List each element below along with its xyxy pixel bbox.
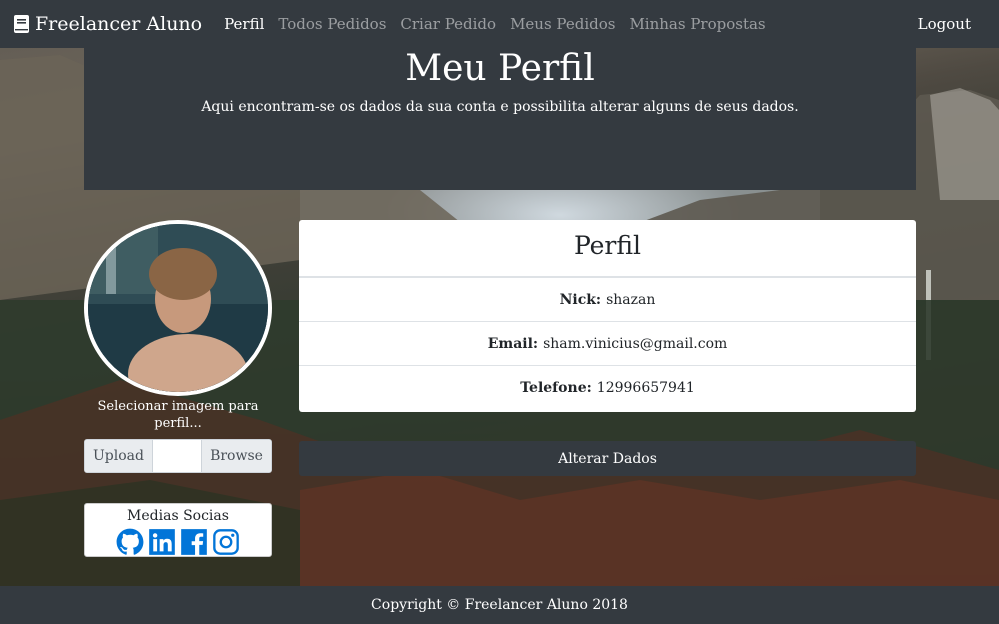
profile-card-title: Perfil bbox=[299, 220, 916, 278]
nick-row: Nick: shazan bbox=[299, 278, 916, 322]
navbar: Freelancer Aluno Perfil Todos Pedidos Cr… bbox=[0, 0, 999, 48]
phone-row: Telefone: 12996657941 bbox=[299, 366, 916, 410]
page-subtitle: Aqui encontram-se os dados da sua conta … bbox=[201, 99, 799, 115]
email-row: Email: sham.vinicius@gmail.com bbox=[299, 322, 916, 366]
social-title: Medias Socias bbox=[127, 508, 229, 524]
browse-button[interactable]: Browse bbox=[201, 440, 271, 472]
profile-avatar bbox=[84, 220, 272, 396]
page-header: Meu Perfil Aqui encontram-se os dados da… bbox=[84, 48, 916, 190]
page-title: Meu Perfil bbox=[405, 48, 595, 89]
github-icon[interactable] bbox=[116, 528, 144, 556]
email-value: sham.vinicius@gmail.com bbox=[543, 335, 728, 352]
linkedin-icon[interactable] bbox=[148, 528, 176, 556]
nav-perfil[interactable]: Perfil bbox=[224, 15, 264, 33]
nav-todos-pedidos[interactable]: Todos Pedidos bbox=[278, 15, 386, 33]
email-label: Email: bbox=[487, 335, 539, 352]
facebook-icon[interactable] bbox=[180, 528, 208, 556]
nav-criar-pedido[interactable]: Criar Pedido bbox=[400, 15, 496, 33]
nick-value: shazan bbox=[606, 291, 656, 308]
select-image-label: Selecionar imagem para perfil... bbox=[97, 399, 259, 431]
brand[interactable]: Freelancer Aluno bbox=[14, 13, 202, 35]
brand-label: Freelancer Aluno bbox=[35, 13, 203, 35]
footer: Copyright © Freelancer Aluno 2018 bbox=[0, 586, 999, 624]
footer-copyright: Copyright © Freelancer Aluno 2018 bbox=[371, 597, 628, 613]
nav-meus-pedidos[interactable]: Meus Pedidos bbox=[510, 15, 615, 33]
upload-button[interactable]: Upload bbox=[85, 440, 153, 472]
book-icon bbox=[14, 15, 29, 33]
file-input[interactable] bbox=[153, 440, 201, 472]
upload-group: Upload Browse bbox=[84, 439, 272, 473]
social-icons bbox=[85, 528, 271, 556]
avatar-photo bbox=[88, 224, 268, 392]
instagram-icon[interactable] bbox=[212, 528, 240, 556]
profile-card: Perfil Nick: shazan Email: sham.vinicius… bbox=[299, 220, 916, 412]
phone-value: 12996657941 bbox=[596, 380, 695, 396]
alter-data-button[interactable]: Alterar Dados bbox=[299, 441, 916, 476]
social-media-box: Medias Socias bbox=[84, 503, 272, 557]
logout-link[interactable]: Logout bbox=[918, 15, 971, 33]
nick-label: Nick: bbox=[559, 291, 602, 308]
nav-minhas-propostas[interactable]: Minhas Propostas bbox=[629, 15, 765, 33]
phone-label: Telefone: bbox=[520, 380, 592, 396]
